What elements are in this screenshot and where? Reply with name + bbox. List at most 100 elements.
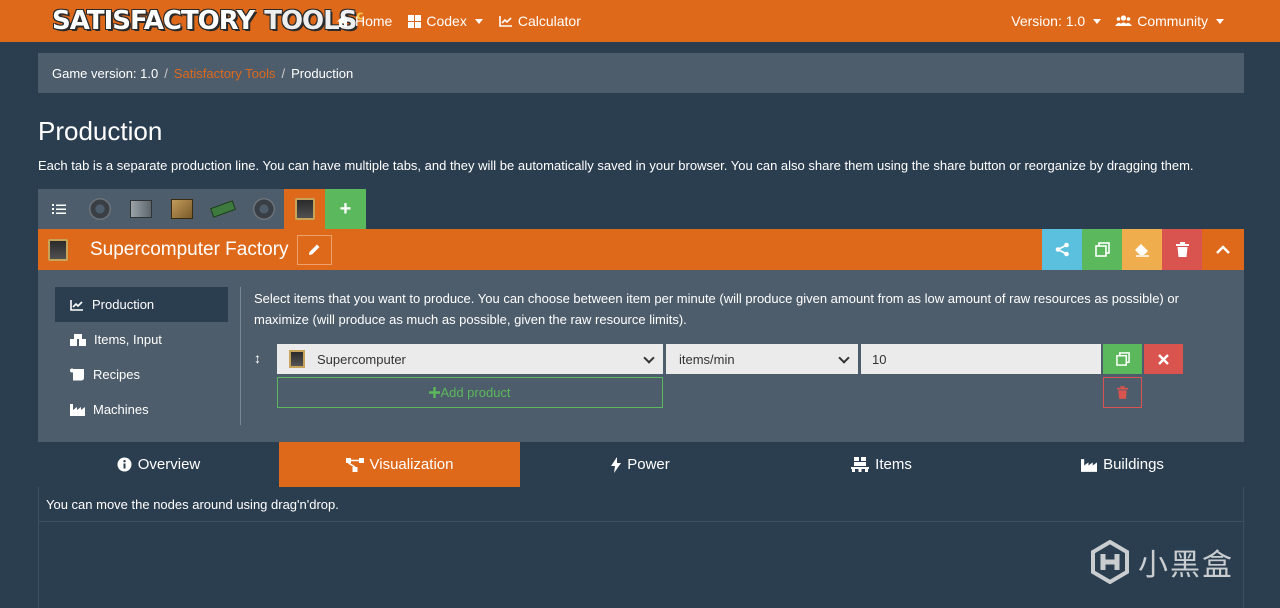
factory-name: Supercomputer Factory [90,238,289,260]
add-tab-button[interactable]: + [325,189,366,229]
chart-line-icon [499,16,512,27]
tab-label: Power [627,456,670,473]
tab-overview[interactable]: Overview [38,442,279,487]
visualization-panel: You can move the nodes around using drag… [38,487,1244,608]
chevron-down-icon [838,352,850,364]
motor-icon [88,198,111,220]
factory-header: Supercomputer Factory [38,229,1244,270]
production-panel: Production Items, Input Recipes Machines… [38,270,1244,442]
logo-text-satisfactory: SATISFACTORY [52,6,255,36]
tab-factory-4[interactable] [202,189,243,229]
unit-select-value: items/min [679,351,735,367]
nav-calculator-label: Calculator [517,13,581,29]
sidebar-item-label: Machines [93,402,149,417]
sidebar-item-recipes[interactable]: Recipes [55,357,228,392]
boxes-icon [70,333,86,346]
tab-factory-2[interactable] [120,189,161,229]
version-label: Version: 1.0 [1011,13,1086,29]
tab-label: Overview [137,456,201,473]
site-logo[interactable]: SATISFACTORY TOOLSc [52,4,364,38]
breadcrumb-separator: / [164,65,168,81]
tab-list-toggle[interactable] [38,189,79,229]
community-dropdown[interactable]: Community [1115,13,1224,29]
tab-factory-5[interactable] [243,189,284,229]
item-select[interactable]: Supercomputer [277,344,663,374]
tab-label: Visualization [369,456,454,473]
trash-icon [1117,386,1128,399]
watermark: 小黑盒 [1090,540,1234,584]
breadcrumb-game-version: Game version: 1.0 [52,65,159,81]
users-icon [1115,15,1133,26]
breadcrumb-current: Production [291,65,354,81]
unit-select[interactable]: items/min [666,344,858,374]
sidebar-item-label: Recipes [93,367,140,382]
nav-home-label: Home [355,13,393,29]
collapse-button[interactable] [1202,229,1244,270]
tab-factory-1[interactable] [79,189,120,229]
page-title: Production [38,116,163,146]
remove-product-button[interactable] [1144,344,1183,374]
crate-icon [170,199,193,219]
nav-calculator[interactable]: Calculator [499,13,581,29]
eraser-icon [1135,243,1149,257]
bolt-icon [611,456,622,473]
plus-icon [429,387,441,398]
tab-factory-3[interactable] [161,189,202,229]
factory-actions [1042,229,1244,270]
scroll-icon [70,368,84,381]
drag-handle-icon[interactable]: ↕ [254,350,261,366]
tab-visualization[interactable]: Visualization [279,442,520,487]
clone-button[interactable] [1082,229,1122,270]
tab-factory-supercomputer[interactable] [284,189,325,229]
supercomputer-icon [294,198,315,220]
heavy-frame-icon [129,200,152,218]
pallet-icon [851,457,870,472]
sidebar-item-items-input[interactable]: Items, Input [55,322,228,357]
delete-button[interactable] [1162,229,1202,270]
navbar: SATISFACTORY TOOLSc Home Codex Calculato… [0,0,1280,42]
plus-icon: + [339,197,352,220]
heybox-logo-icon [1091,540,1129,584]
quantity-input[interactable]: 10 [861,344,1101,374]
nav-codex[interactable]: Codex [408,13,483,29]
add-product-button[interactable]: Add product [277,377,663,408]
version-dropdown[interactable]: Version: 1.0 [1011,13,1102,29]
motor-icon [252,198,275,220]
caret-down-icon [1216,18,1224,24]
divider [39,521,1243,522]
sidebar-item-label: Items, Input [94,332,162,347]
page-description: Each tab is a separate production line. … [38,158,1194,173]
info-circle-icon [117,457,132,472]
sidebar-item-machines[interactable]: Machines [55,392,228,427]
share-button[interactable] [1042,229,1082,270]
th-large-icon [408,14,422,28]
nav-main: Home Codex Calculator [336,0,581,42]
clone-product-button[interactable] [1103,344,1142,374]
tab-buildings[interactable]: Buildings [1002,442,1243,487]
nav-home[interactable]: Home [336,13,392,29]
pencil-icon [308,244,320,255]
result-tabs: Overview Visualization Power Items Build… [38,442,1244,487]
side-nav: Production Items, Input Recipes Machines [55,287,228,427]
tab-power[interactable]: Power [520,442,761,487]
tab-items[interactable]: Items [761,442,1002,487]
home-icon [337,15,349,27]
clear-button[interactable] [1122,229,1162,270]
chart-line-icon [70,299,83,311]
breadcrumb-site-link[interactable]: Satisfactory Tools [174,66,276,81]
clone-icon [1115,352,1130,366]
visualization-hint: You can move the nodes around using drag… [46,497,339,512]
chevron-up-icon [1216,245,1230,254]
quantity-value: 10 [872,351,887,367]
delete-all-products-button[interactable] [1103,377,1142,408]
rename-button[interactable] [296,234,332,265]
share-icon [1055,242,1069,257]
tasks-icon [51,204,66,214]
close-icon [1158,353,1169,365]
project-diagram-icon [345,457,364,472]
trash-icon [1175,242,1189,257]
clone-icon [1094,242,1110,257]
supercomputer-icon [48,238,68,261]
sidebar-item-production[interactable]: Production [55,287,228,322]
industry-icon [70,404,85,416]
